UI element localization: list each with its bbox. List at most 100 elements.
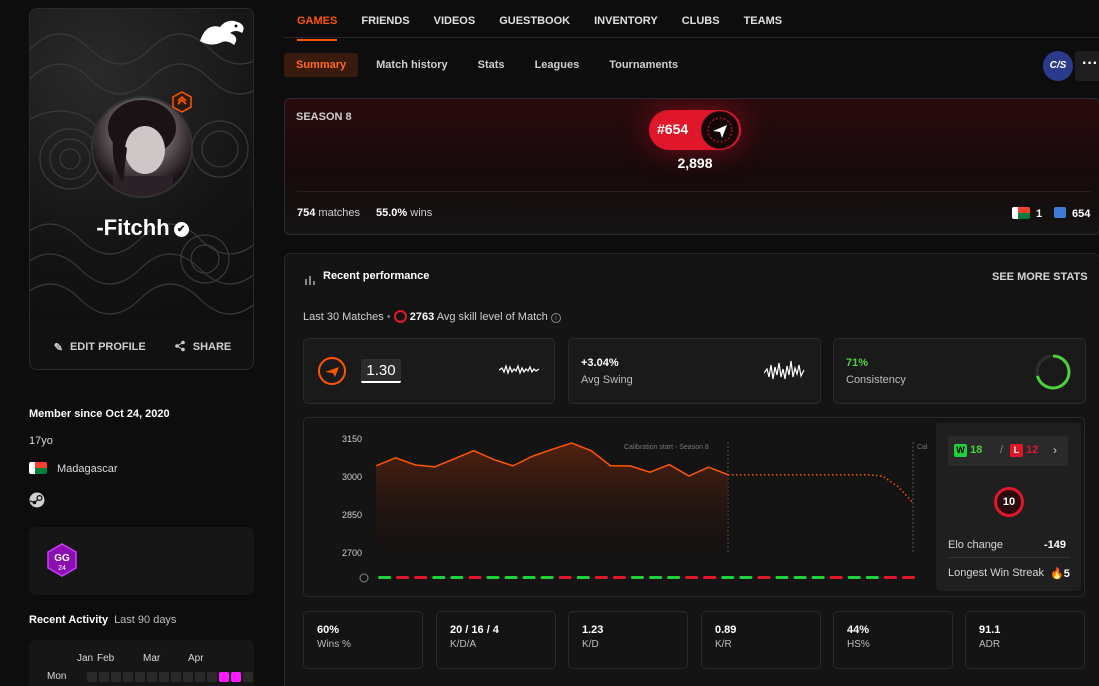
match-result-mark[interactable] <box>450 576 464 579</box>
heatmap-cell <box>219 672 229 682</box>
match-result-mark[interactable] <box>739 576 753 579</box>
win-loss-button[interactable]: W 18 / L 12 › <box>948 436 1068 466</box>
match-result-mark[interactable] <box>414 576 428 579</box>
match-result-mark[interactable] <box>630 576 644 579</box>
match-result-mark[interactable] <box>522 576 536 579</box>
see-more-stats-link[interactable]: SEE MORE STATS <box>992 271 1088 283</box>
heatmap-cell <box>231 672 241 682</box>
match-result-mark[interactable] <box>847 576 861 579</box>
wins-label: wins <box>410 207 433 219</box>
match-result-mark[interactable] <box>883 576 897 579</box>
stat-card-wins: 60% Wins % <box>303 611 423 669</box>
heatmap-cell <box>87 672 97 682</box>
activity-heatmap: Jan Feb Mar Apr Mon <box>29 640 254 686</box>
heatmap-cell <box>159 672 169 682</box>
y-tick-3000: 3000 <box>342 472 362 482</box>
country: Madagascar <box>29 462 118 475</box>
stat-value: 1.23 <box>582 624 604 636</box>
stat-card-kda: 20 / 16 / 4 K/D/A <box>436 611 556 669</box>
match-result-mark[interactable] <box>612 576 626 579</box>
match-result-mark[interactable] <box>775 576 789 579</box>
subtab-stats[interactable]: Stats <box>466 53 517 77</box>
season-matches: 754 matches <box>297 207 360 219</box>
swing-sparkline <box>764 360 805 380</box>
more-options-button[interactable]: ··· <box>1075 51 1099 81</box>
match-result-mark[interactable] <box>667 576 681 579</box>
madagascar-flag-icon <box>1012 207 1030 219</box>
profile-actions: ✎ EDIT PROFILE SHARE <box>30 323 253 369</box>
match-result-mark[interactable] <box>685 576 699 579</box>
dragon-logo-icon <box>196 15 250 49</box>
y-tick-3150: 3150 <box>342 434 362 444</box>
stat-value: 0.89 <box>715 624 737 636</box>
profile-card: -Fitchh ✔ ✎ EDIT PROFILE SHARE <box>29 8 254 370</box>
y-tick-2850: 2850 <box>342 510 362 520</box>
match-result-mark[interactable] <box>576 576 590 579</box>
elo-area <box>376 443 728 552</box>
wins-value: 55.0% <box>376 207 408 219</box>
sub-tabs: Summary Match history Stats Leagues Tour… <box>284 53 696 77</box>
match-result-mark[interactable] <box>594 576 608 579</box>
stat-card-kd: 1.23 K/D <box>568 611 688 669</box>
season-divider <box>297 191 1092 192</box>
match-result-mark[interactable] <box>793 576 807 579</box>
stat-label: K/D/A <box>450 639 477 650</box>
match-result-mark[interactable] <box>757 576 771 579</box>
match-result-mark[interactable] <box>865 576 879 579</box>
match-result-mark[interactable] <box>811 576 825 579</box>
fire-icon: 🔥 <box>1050 568 1064 580</box>
share-icon <box>174 340 186 355</box>
age: 17yo <box>29 435 53 447</box>
heatmap-cell <box>147 672 157 682</box>
match-result-mark[interactable] <box>901 576 915 579</box>
share-button[interactable]: SHARE <box>174 340 231 355</box>
subtab-match-history[interactable]: Match history <box>364 53 460 77</box>
heatmap-cell <box>243 672 253 682</box>
panel-divider <box>948 557 1070 558</box>
season-title: SEASON 8 <box>296 111 352 123</box>
match-result-mark[interactable] <box>721 576 735 579</box>
country-rank: 1 <box>1012 207 1042 220</box>
steam-icon[interactable] <box>29 492 45 508</box>
match-result-mark[interactable] <box>468 576 482 579</box>
edit-profile-label: EDIT PROFILE <box>69 341 146 353</box>
member-since: Member since Oct 24, 2020 <box>29 408 170 420</box>
info-icon[interactable]: i <box>550 313 561 323</box>
performance-card: Recent performance SEE MORE STATS Last 3… <box>284 253 1099 686</box>
subtab-tournaments[interactable]: Tournaments <box>597 53 690 77</box>
svg-text:GG: GG <box>54 553 70 564</box>
stat-label: ADR <box>979 639 1001 650</box>
match-result-mark[interactable] <box>486 576 500 579</box>
match-result-mark[interactable] <box>649 576 663 579</box>
edit-profile-button[interactable]: ✎ EDIT PROFILE <box>54 341 146 354</box>
svg-text:24: 24 <box>58 565 66 572</box>
game-selector-button[interactable]: C/S <box>1043 51 1073 81</box>
match-result-mark[interactable] <box>703 576 717 579</box>
month-label-jan: Jan <box>77 653 94 664</box>
subtab-summary[interactable]: Summary <box>284 53 359 77</box>
match-result-mark[interactable] <box>540 576 554 579</box>
results-start-icon <box>359 573 369 583</box>
match-result-mark[interactable] <box>396 576 410 579</box>
match-result-mark[interactable] <box>558 576 572 579</box>
rating-sparkline <box>499 363 540 376</box>
recent-activity-period: Last 90 days <box>114 614 177 626</box>
global-rank: 654 <box>1054 207 1090 220</box>
match-result-mark[interactable] <box>432 576 446 579</box>
match-result-mark[interactable] <box>504 576 518 579</box>
stat-value: 20 / 16 / 4 <box>450 624 499 636</box>
last-matches-text: Last 30 Matches <box>303 311 384 323</box>
pencil-icon: ✎ <box>53 341 63 354</box>
rank-emblem-icon <box>701 111 739 149</box>
heatmap-cell <box>183 672 193 682</box>
match-result-mark[interactable] <box>829 576 843 579</box>
subtab-leagues[interactable]: Leagues <box>523 53 592 77</box>
elo-chart: 3150 3000 2850 2700 Calibration start - … <box>342 434 928 583</box>
level-badge-icon <box>171 91 193 113</box>
heatmap-row <box>87 672 254 682</box>
match-summary-panel: W 18 / L 12 › 10 Elo change -149 Longest… <box>936 423 1081 591</box>
gg24-badge-icon[interactable]: GG 24 <box>45 543 79 577</box>
month-label-apr: Apr <box>188 653 204 664</box>
match-result-mark[interactable] <box>378 576 392 579</box>
madagascar-flag-icon <box>29 462 47 474</box>
